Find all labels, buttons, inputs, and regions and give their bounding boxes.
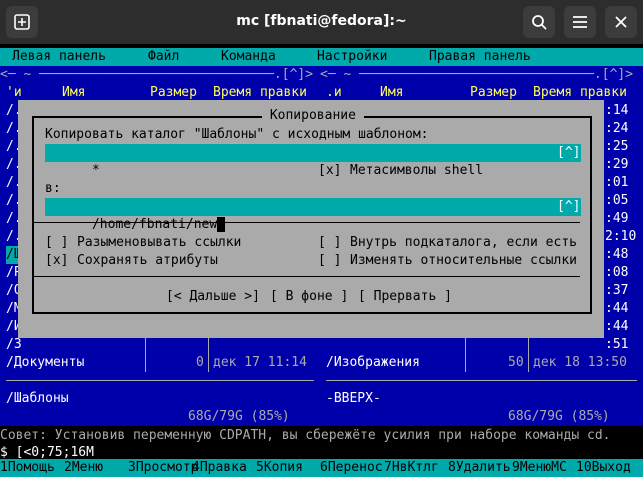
right-row-time: :44 [605,319,629,334]
left-row-last-date: дек 17 11:14 [213,355,307,370]
mc-menubar: Левая панель Файл Команда Настройки Прав… [0,48,643,66]
menu-button[interactable] [564,6,596,38]
source-pattern-input[interactable]: * [45,144,581,178]
left-disk-usage: 68G/79G (85%) [188,409,290,424]
right-row-time: :05 [605,193,629,208]
shell-label: Метасимволы shell [350,163,484,178]
fkey-delete[interactable]: 8Удалить [448,459,512,477]
fkey-mcmenu[interactable]: 9МенюMC [512,459,576,477]
close-button[interactable] [605,6,637,38]
hint-line: Совет: Установив переменную CDPATH, вы с… [0,428,611,443]
right-row-last-size: 50 [508,355,524,370]
into-subdir-checkbox[interactable]: [ ] [318,234,341,252]
background-button[interactable]: [ В фоне ] [270,288,348,306]
dest-history-button[interactable]: [^] [557,198,581,216]
fkey-mkdir[interactable]: 7НвКтлг [384,459,448,477]
copy-dialog-title: Копирование [262,107,364,125]
fkey-copy[interactable]: 5Копия [256,459,320,477]
function-key-bar: 1Помощь 2Меню 3Просмотр 4Правка 5Копия 6… [0,459,643,477]
right-panel-top-frame: <─ ~ ──────────────────────────────.[^]> [320,67,634,82]
shell-checkbox[interactable]: [x] [318,162,341,180]
left-row-last-size: 0 [196,355,204,370]
right-disk-usage: 68G/79G (85%) [508,409,610,424]
right-mini-status: -ВВЕРХ- [326,391,381,406]
menu-settings[interactable]: Настройки [317,48,387,66]
right-row-last-date: дек 18 13:50 [533,355,627,370]
terminal[interactable]: Левая панель Файл Команда Настройки Прав… [0,44,643,477]
menu-file[interactable]: Файл [148,48,179,66]
continue-button[interactable]: [< Дальше >] [166,288,260,306]
search-icon [532,15,547,30]
hamburger-icon [573,16,587,28]
text-cursor [217,217,226,232]
left-row-last-name[interactable]: /Документы [6,354,84,372]
preserve-attrs-label: Сохранять атрибуты [77,253,218,268]
relative-links-checkbox[interactable]: [ ] [318,252,341,270]
right-row-time: :49 [605,211,629,226]
copy-dialog: Копирование Копировать каталог "Шаблоны"… [18,100,604,338]
right-row-time: :24 [605,121,629,136]
right-row-time: :37 [605,283,629,298]
fkey-edit[interactable]: 4Правка [192,459,256,477]
window-titlebar: mc [fbnati@fedora]:~ [0,0,643,44]
right-row-time: :48 [605,247,629,262]
right-row-time: :01 [605,175,629,190]
dest-input[interactable]: /home/fbnati/new [45,198,581,232]
dialog-divider-2 [34,276,580,277]
close-icon [615,16,627,28]
relative-links-label: Изменять относительные ссылки [350,253,577,268]
fkey-menu[interactable]: 2Меню [64,459,128,477]
fkey-move[interactable]: 6Перенос [320,459,384,477]
right-row-last-name[interactable]: /Изображения [326,354,420,372]
source-history-button[interactable]: [^] [557,144,581,162]
source-pattern-value: * [91,163,100,178]
deref-label: Разыменовывать ссылки [77,235,242,250]
dest-value: /home/fbnati/new [91,217,218,232]
into-subdir-label: Внутрь подкаталога, если есть [350,235,577,250]
left-row[interactable]: /З [6,336,22,354]
menu-right-panel[interactable]: Правая панель [429,48,531,66]
preserve-attrs-checkbox[interactable]: [x] [45,252,68,270]
left-mini-status: /Шаблоны [6,391,69,406]
left-panel-separator [6,380,314,381]
right-row-time: :14 [605,103,629,118]
menu-command[interactable]: Команда [221,48,276,66]
search-button[interactable] [523,6,555,38]
right-row-time: :51 [605,337,629,352]
left-row-selected[interactable]: /Ш [6,246,22,264]
source-label: Копировать каталог "Шаблоны" с исходным … [45,127,429,142]
abort-button[interactable]: [ Прервать ] [358,288,452,306]
fkey-exit[interactable]: 10Выход [576,459,643,477]
right-row-time: :08 [605,265,629,280]
menu-left-panel[interactable]: Левая панель [12,48,106,66]
dialog-divider [34,222,580,223]
right-row-time: :44 [605,301,629,316]
right-row-time: 2:10 [605,229,637,244]
fkey-help[interactable]: 1Помощь [0,459,64,477]
fkey-view[interactable]: 3Просмотр [128,459,198,477]
deref-checkbox[interactable]: [ ] [45,234,68,252]
dest-label: в: [45,181,61,196]
left-panel-top-frame: <─ ~ ──────────────────────────────.[^]> [0,67,314,82]
right-row-time: :29 [605,157,629,172]
right-row-time: :25 [605,139,629,154]
right-panel-separator [326,380,637,381]
